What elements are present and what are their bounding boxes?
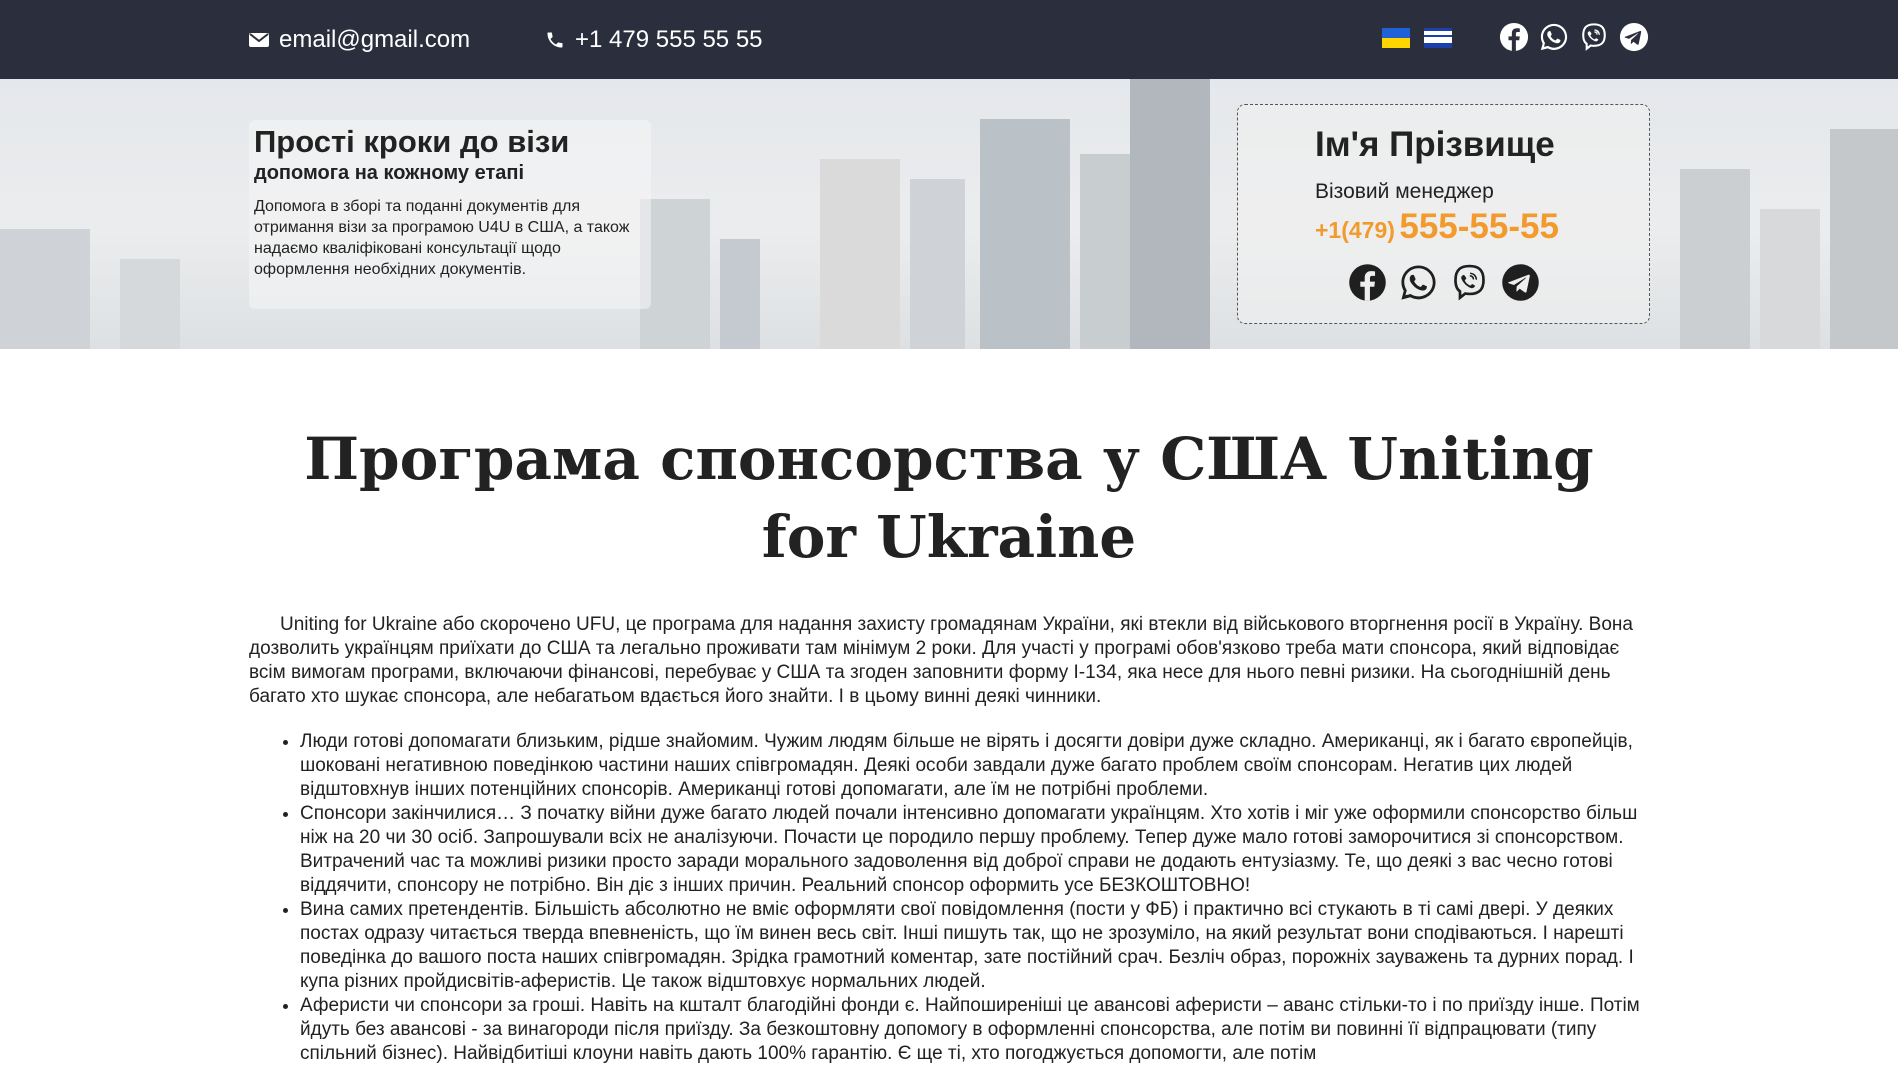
facebook-icon[interactable]: [1499, 22, 1529, 52]
list-item: Вина самих претендентів. Більшість абсол…: [300, 898, 1650, 994]
viber-icon[interactable]: [1579, 22, 1609, 52]
phone-text: +1 479 555 55 55: [575, 25, 763, 53]
israel-flag-icon[interactable]: [1424, 28, 1452, 48]
list-item: Аферисти чи спонсори за гроші. Навіть на…: [300, 994, 1650, 1066]
intro-box: Прості кроки до візи допомога на кожному…: [249, 120, 651, 309]
facebook-icon[interactable]: [1348, 263, 1387, 302]
telegram-icon[interactable]: [1501, 263, 1540, 302]
envelope-icon: [249, 32, 269, 47]
hero-title: Прості кроки до візи: [254, 124, 570, 159]
top-bar: email@gmail.com +1 479 555 55 55: [0, 0, 1898, 79]
whatsapp-icon[interactable]: [1539, 22, 1569, 52]
viber-icon[interactable]: [1450, 263, 1489, 302]
manager-name: Ім'я Прізвище: [1315, 125, 1555, 164]
list-item: Люди готові допомагати близьким, рідше з…: [300, 730, 1650, 802]
manager-role: Візовий менеджер: [1315, 180, 1494, 203]
phone-icon: [547, 32, 563, 47]
phone-link[interactable]: +1 479 555 55 55: [545, 0, 763, 79]
manager-social-links: [1348, 263, 1540, 302]
reasons-list: Люди готові допомагати близьким, рідше з…: [300, 730, 1650, 1066]
whatsapp-icon[interactable]: [1399, 263, 1438, 302]
language-switcher: [1382, 28, 1452, 48]
manager-phone-link[interactable]: +1(479) 555-55-55: [1315, 207, 1559, 247]
hero-description: Допомога в зборі та поданні документів д…: [254, 198, 630, 279]
list-item: Спонсори закінчилися… З початку війни ду…: [300, 802, 1650, 898]
hero-banner: Прості кроки до візи допомога на кожному…: [0, 79, 1898, 349]
manager-card: Ім'я Прізвище Візовий менеджер +1(479) 5…: [1237, 104, 1650, 324]
intro-paragraph: Uniting for Ukraine або скорочено UFU, ц…: [249, 614, 1633, 707]
top-social-links: [1499, 22, 1649, 52]
page-title: Програма спонсорства у США Uniting for U…: [304, 425, 1594, 571]
email-text: email@gmail.com: [279, 25, 471, 53]
telegram-icon[interactable]: [1619, 22, 1649, 52]
manager-phone-number: 555-55-55: [1399, 207, 1559, 246]
hero-subtitle: допомога на кожному етапі: [254, 162, 524, 185]
email-link[interactable]: email@gmail.com: [249, 0, 470, 79]
manager-phone-code: +1(479): [1315, 217, 1395, 243]
ukraine-flag-icon[interactable]: [1382, 28, 1410, 48]
